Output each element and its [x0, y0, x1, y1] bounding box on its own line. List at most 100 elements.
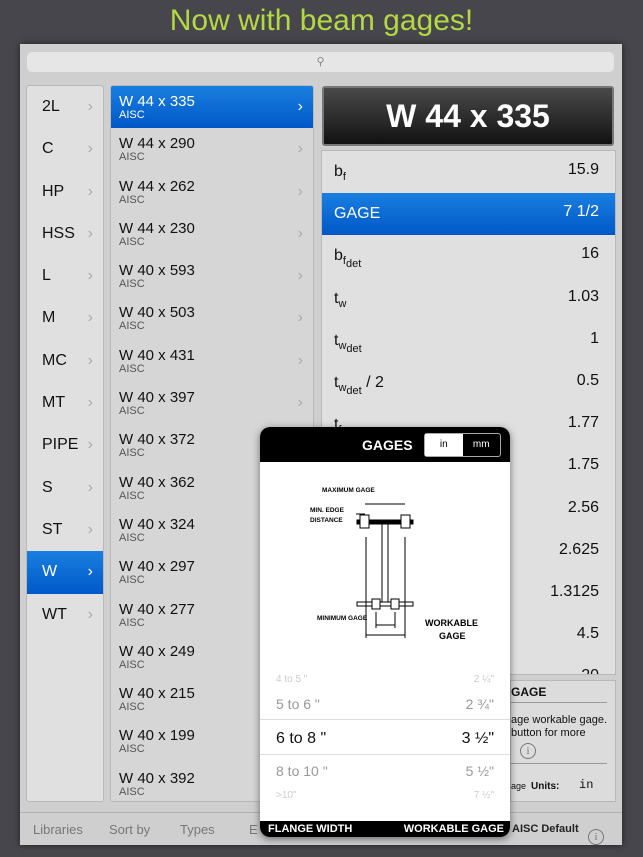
property-value: 16: [581, 245, 599, 263]
sort-by-button[interactable]: Sort by: [109, 822, 150, 837]
unit-segmented-control[interactable]: in mm: [424, 433, 501, 457]
shape-library: AISC: [119, 278, 145, 291]
type-item[interactable]: ST ›: [27, 509, 103, 551]
unit-in[interactable]: in: [425, 434, 463, 456]
shape-name: W 44 x 230: [119, 219, 195, 237]
units-value[interactable]: in: [579, 778, 593, 792]
type-label: WT: [42, 605, 67, 623]
property-label: twdet: [334, 332, 362, 355]
label-min-gage: MINIMUM GAGE: [317, 615, 368, 622]
units-prefix: age: [511, 781, 527, 791]
type-label: L: [42, 267, 51, 285]
label-min-edge: MIN. EDGE: [310, 507, 345, 514]
search-bar[interactable]: ⚲: [27, 52, 614, 72]
info-line-2: button for more: [511, 727, 586, 739]
chevron-right-icon: ›: [87, 394, 93, 412]
picker-row[interactable]: 6 to 8 " 3 ½": [260, 719, 510, 755]
chevron-right-icon: ›: [87, 436, 93, 454]
property-value: 2.56: [567, 498, 599, 516]
aisc-default-button[interactable]: AISC Default: [512, 823, 579, 835]
flange-width: 8 to 10 ": [276, 763, 328, 779]
type-label: 2L: [42, 98, 60, 115]
type-label: PIPE: [42, 436, 79, 454]
type-item[interactable]: MC ›: [27, 340, 103, 382]
gages-popup: GAGES in mm MAXIMUM GAGE MIN. EDGE DISTA…: [260, 427, 510, 837]
search-icon: ⚲: [316, 56, 325, 68]
chevron-right-icon: ›: [87, 478, 93, 496]
workable-gage: 2 ¾": [465, 696, 494, 712]
shape-item[interactable]: W 44 x 262 AISC ›: [111, 171, 313, 213]
footer-workable-gage: WORKABLE GAGE: [403, 823, 504, 835]
shape-item[interactable]: W 44 x 335 AISC ›: [111, 86, 313, 129]
type-label: HSS: [42, 224, 75, 242]
type-item[interactable]: W ›: [27, 551, 103, 594]
chevron-right-icon: ›: [87, 140, 93, 158]
chevron-right-icon: ›: [297, 140, 303, 158]
shape-item[interactable]: W 40 x 503 AISC ›: [111, 297, 313, 339]
type-item[interactable]: HP ›: [27, 171, 103, 213]
type-label: MC: [42, 351, 67, 369]
label-workable: WORKABLE: [425, 618, 478, 628]
shape-library: AISC: [119, 109, 145, 121]
type-item[interactable]: WT ›: [27, 594, 103, 636]
property-row[interactable]: twdet / 2 0.5: [322, 362, 615, 404]
info-icon[interactable]: i: [520, 743, 536, 759]
footer-flange-width: FLANGE WIDTH: [268, 823, 353, 835]
info-line-1: age workable gage.: [511, 714, 608, 726]
shape-item[interactable]: W 40 x 397 AISC ›: [111, 382, 313, 424]
shape-item[interactable]: W 44 x 290 AISC ›: [111, 128, 313, 170]
property-value: 1.03: [567, 287, 599, 305]
property-value: 2.625: [558, 540, 599, 558]
property-value: 1.77: [567, 414, 599, 432]
chevron-right-icon: ›: [87, 182, 93, 200]
type-item[interactable]: MT ›: [27, 382, 103, 424]
property-subscript: f: [342, 171, 346, 184]
shape-item[interactable]: W 40 x 593 AISC ›: [111, 255, 313, 297]
chevron-right-icon: ›: [87, 98, 93, 115]
property-row[interactable]: twdet 1: [322, 320, 615, 362]
types-button[interactable]: Types: [180, 822, 215, 837]
property-row[interactable]: bfdet 16: [322, 235, 615, 277]
chevron-right-icon: ›: [297, 267, 303, 285]
type-item[interactable]: S ›: [27, 467, 103, 509]
type-label: S: [42, 478, 53, 496]
partial-button[interactable]: E: [249, 822, 258, 837]
type-label: ST: [42, 520, 63, 538]
type-item[interactable]: HSS ›: [27, 213, 103, 255]
chevron-right-icon: ›: [87, 563, 93, 581]
property-value: 1.3125: [550, 582, 599, 600]
popup-title: GAGES: [362, 437, 413, 453]
type-item[interactable]: L ›: [27, 255, 103, 297]
type-item[interactable]: PIPE ›: [27, 424, 103, 466]
property-label: twdet / 2: [334, 374, 384, 397]
chevron-right-icon: ›: [87, 267, 93, 285]
shape-title: W 44 x 335: [322, 86, 614, 146]
workable-gage: 2 ¼": [473, 674, 494, 685]
headline: Now with beam gages!: [169, 4, 474, 37]
chevron-right-icon: ›: [87, 351, 93, 369]
chevron-right-icon: ›: [87, 224, 93, 242]
libraries-button[interactable]: Libraries: [33, 822, 83, 837]
chevron-right-icon: ›: [297, 98, 303, 115]
shape-item[interactable]: W 40 x 431 AISC ›: [111, 340, 313, 382]
shape-item[interactable]: W 44 x 230 AISC ›: [111, 213, 313, 255]
property-value: 0.5: [576, 371, 599, 389]
types-list: 2L › C › HP › HSS › L › M › MC › MT › PIPE › S › ST › W › WT ›: [26, 85, 104, 802]
shape-name: W 44 x 335: [119, 93, 195, 110]
gage-picker[interactable]: 4 to 5 " 2 ¼" 5 to 6 " 2 ¾" 6 to 8 " 3 ½" 8 to…: [260, 667, 510, 822]
property-row[interactable]: GAGE 7 1/2: [322, 193, 615, 236]
type-item[interactable]: C ›: [27, 128, 103, 170]
property-label: tw: [334, 290, 346, 310]
type-item[interactable]: M ›: [27, 297, 103, 339]
chevron-right-icon: ›: [87, 605, 93, 623]
property-symbol: GAGE: [334, 205, 381, 223]
property-row[interactable]: tw 1.03: [322, 278, 615, 320]
shape-library: AISC: [119, 235, 145, 248]
chevron-right-icon: ›: [297, 309, 303, 327]
property-row[interactable]: bf 15.9: [322, 151, 615, 193]
property-label: bf: [334, 163, 346, 183]
property-value: 1.75: [567, 456, 599, 474]
type-label: M: [42, 309, 56, 327]
unit-mm[interactable]: mm: [463, 434, 501, 456]
type-item[interactable]: 2L ›: [27, 86, 103, 128]
